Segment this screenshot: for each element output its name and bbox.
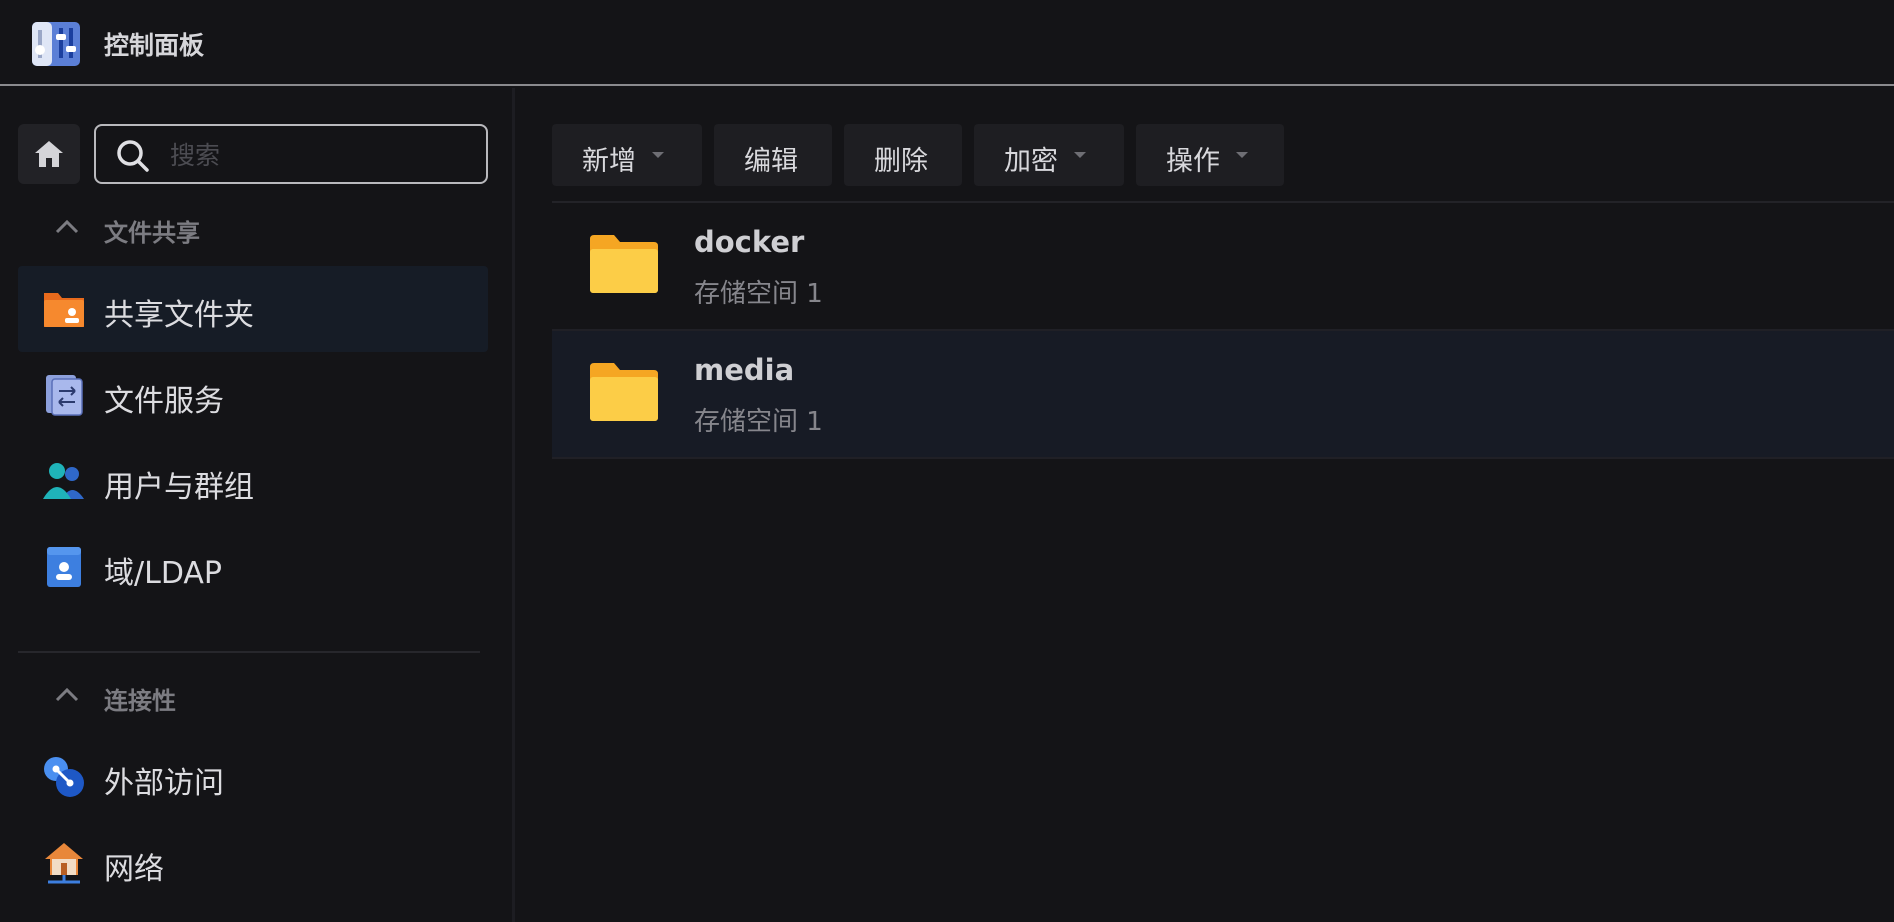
home-button[interactable] — [18, 124, 80, 184]
sidebar-item-label: 用户与群组 — [104, 470, 254, 505]
folder-row-docker[interactable]: docker 存储空间 1 — [552, 203, 1894, 331]
edit-button[interactable]: 编辑 — [714, 124, 832, 186]
sidebar-item-label: 域/LDAP — [104, 556, 223, 591]
group-label: 连接性 — [104, 687, 176, 715]
main-panel: 新增 编辑 删除 加密 操作 docker 存储空间 1 media 存储空间 … — [518, 88, 1894, 922]
create-button[interactable]: 新增 — [552, 124, 702, 186]
users-groups-icon — [43, 463, 84, 499]
sidebar-item-label: 网络 — [104, 852, 164, 887]
encrypt-button[interactable]: 加密 — [974, 124, 1124, 186]
search-icon — [117, 140, 149, 172]
delete-button[interactable]: 删除 — [844, 124, 962, 186]
sidebar-item-shared-folder[interactable]: 共享文件夹 — [18, 266, 488, 352]
chevron-up-icon — [55, 687, 79, 702]
external-access-icon — [44, 757, 84, 797]
action-button[interactable]: 操作 — [1136, 124, 1284, 186]
caret-down-icon — [1236, 152, 1248, 158]
sidebar-item-label: 文件服务 — [104, 384, 224, 419]
sidebar-divider — [18, 651, 480, 653]
sidebar-item-network[interactable]: 网络 — [18, 820, 488, 906]
caret-down-icon — [652, 152, 664, 158]
edit-label: 编辑 — [744, 146, 798, 177]
chevron-up-icon — [55, 219, 79, 234]
sidebar-item-users-groups[interactable]: 用户与群组 — [18, 438, 488, 524]
app-title: 控制面板 — [104, 31, 205, 60]
title-bar: 控制面板 — [0, 0, 1894, 86]
folder-location: 存储空间 1 — [694, 407, 823, 437]
delete-label: 删除 — [874, 146, 928, 177]
folder-name: docker — [694, 225, 805, 259]
sidebar-item-domain-ldap[interactable]: 域/LDAP — [18, 524, 488, 610]
file-services-icon — [46, 375, 83, 416]
sidebar-item-file-services[interactable]: 文件服务 — [18, 352, 488, 438]
control-panel-icon — [32, 22, 80, 66]
shared-folder-icon — [44, 293, 84, 327]
group-header-file-sharing[interactable]: 文件共享 — [0, 208, 490, 248]
encrypt-label: 加密 — [1004, 146, 1058, 177]
create-label: 新增 — [582, 146, 636, 177]
search-input[interactable] — [168, 136, 472, 174]
sidebar-item-label: 外部访问 — [104, 766, 224, 801]
folder-name: media — [694, 353, 795, 387]
search-box[interactable] — [94, 124, 488, 184]
sidebar-item-external-access[interactable]: 外部访问 — [18, 734, 488, 820]
folder-icon — [590, 363, 658, 421]
caret-down-icon — [1074, 152, 1086, 158]
group-label: 文件共享 — [104, 219, 200, 247]
home-icon — [35, 141, 63, 167]
sidebar: 文件共享 共享文件夹 文件服务 用户与群组 — [0, 88, 515, 922]
sidebar-item-label: 共享文件夹 — [104, 298, 254, 333]
folder-icon — [590, 235, 658, 293]
domain-ldap-icon — [47, 547, 81, 587]
group-header-connectivity[interactable]: 连接性 — [0, 676, 490, 716]
network-icon — [45, 843, 83, 884]
folder-location: 存储空间 1 — [694, 279, 823, 309]
folder-row-media[interactable]: media 存储空间 1 — [552, 331, 1894, 459]
action-label: 操作 — [1166, 146, 1220, 177]
